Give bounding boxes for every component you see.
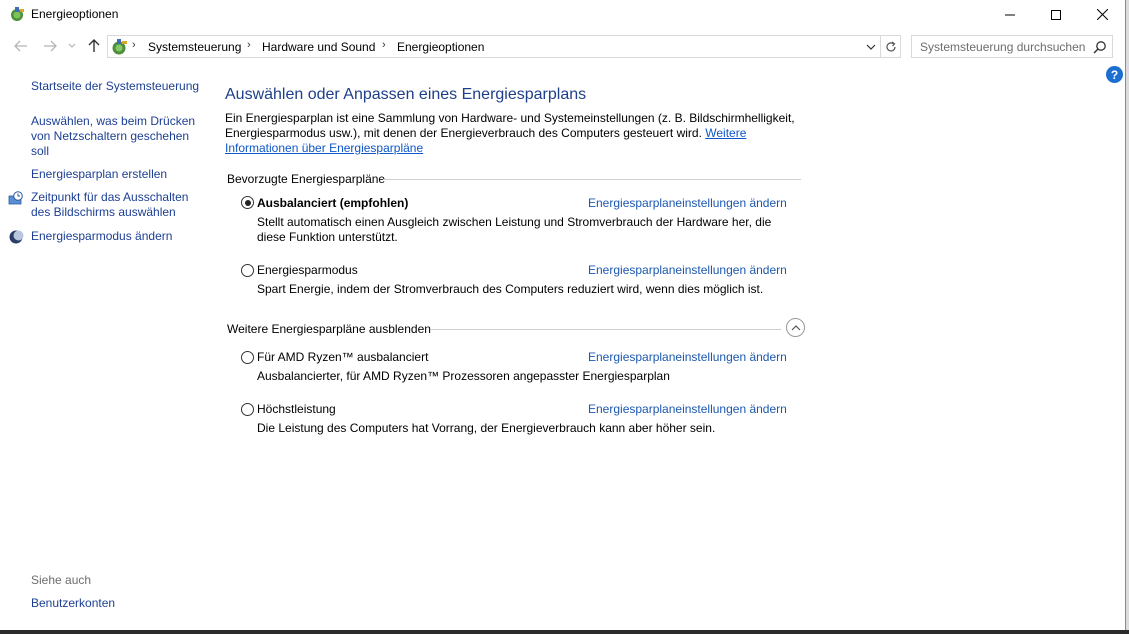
group-divider xyxy=(431,329,781,330)
plan-name-balanced[interactable]: Ausbalanciert (empfohlen) xyxy=(257,196,408,210)
sidebar-item-power-buttons[interactable]: Auswählen, was beim Drücken von Netzscha… xyxy=(31,114,201,159)
plan-name-high-performance[interactable]: Höchstleistung xyxy=(257,402,336,416)
plan-radio-amd-ryzen[interactable] xyxy=(241,351,254,364)
search-input[interactable] xyxy=(912,36,1092,57)
plan-description-amd-ryzen: Ausbalancierter, für AMD Ryzen™ Prozesso… xyxy=(257,369,670,383)
plan-settings-link-high-performance[interactable]: Energiesparplaneinstellungen ändern xyxy=(588,402,787,416)
breadcrumb-hardware-und-sound[interactable]: Hardware und Sound xyxy=(262,40,375,54)
sidebar: Startseite der Systemsteuerung Auswählen… xyxy=(0,70,210,630)
address-dropdown-button[interactable] xyxy=(864,39,878,55)
plan-description-energy-saver: Spart Energie, indem der Stromverbrauch … xyxy=(257,282,764,296)
page-title: Auswählen oder Anpassen eines Energiespa… xyxy=(225,86,587,103)
window-title: Energieoptionen xyxy=(31,7,119,21)
sidebar-item-sleep-mode[interactable]: Energiesparmodus ändern xyxy=(31,229,201,244)
breadcrumb-energieoptionen[interactable]: Energieoptionen xyxy=(397,40,484,54)
breadcrumb-systemsteuerung[interactable]: Systemsteuerung xyxy=(148,40,241,54)
plan-description-balanced: Stellt automatisch einen Ausgleich zwisc… xyxy=(257,215,772,244)
hide-more-plans-label[interactable]: Weitere Energiesparpläne ausblenden xyxy=(227,322,431,336)
plan-settings-link-energy-saver[interactable]: Energiesparplaneinstellungen ändern xyxy=(588,263,787,277)
chevron-down-icon xyxy=(68,43,76,48)
chevron-down-icon xyxy=(866,44,876,50)
close-icon xyxy=(1096,9,1108,20)
sidebar-item-display-off[interactable]: Zeitpunkt für das Ausschalten des Bildsc… xyxy=(31,190,201,220)
help-button[interactable]: ? xyxy=(1106,66,1123,83)
arrow-right-icon xyxy=(44,40,57,52)
collapse-more-plans-button[interactable] xyxy=(786,318,805,337)
plan-name-amd-ryzen[interactable]: Für AMD Ryzen™ ausbalanciert xyxy=(257,350,428,364)
sidebar-item-home[interactable]: Startseite der Systemsteuerung xyxy=(31,79,201,94)
plan-settings-link-amd-ryzen[interactable]: Energiesparplaneinstellungen ändern xyxy=(588,350,787,364)
plan-radio-balanced[interactable] xyxy=(241,196,254,209)
arrow-left-icon xyxy=(14,40,27,52)
breadcrumb-separator-icon[interactable]: › xyxy=(247,39,251,51)
search-icon[interactable] xyxy=(1093,40,1107,54)
energy-options-window: Energieoptionen › Systemsteuerung › Hard… xyxy=(0,0,1126,634)
maximize-button[interactable] xyxy=(1033,0,1079,29)
moon-icon xyxy=(8,229,24,245)
breadcrumb-separator-icon[interactable]: › xyxy=(382,39,386,51)
background-window-edge xyxy=(0,630,1129,634)
breadcrumb-separator-icon[interactable]: › xyxy=(132,39,136,51)
chevron-up-icon xyxy=(791,324,800,330)
recent-locations-button[interactable] xyxy=(66,37,78,55)
monitor-clock-icon xyxy=(8,191,24,207)
maximize-icon xyxy=(1051,9,1061,20)
preferred-plans-label: Bevorzugte Energiesparpläne xyxy=(227,172,386,186)
arrow-up-icon xyxy=(88,39,100,52)
close-button[interactable] xyxy=(1079,0,1125,29)
intro-paragraph: Ein Energiesparplan ist eine Sammlung vo… xyxy=(225,111,795,156)
see-also-label: Siehe auch xyxy=(31,573,92,587)
address-bar[interactable]: › Systemsteuerung › Hardware und Sound ›… xyxy=(107,35,881,58)
energy-options-app-icon xyxy=(9,6,25,22)
minimize-button[interactable] xyxy=(987,0,1033,29)
control-panel-icon xyxy=(110,38,128,56)
minimize-icon xyxy=(1005,14,1015,15)
plan-name-energy-saver[interactable]: Energiesparmodus xyxy=(257,263,358,277)
group-divider xyxy=(383,179,801,180)
plan-radio-high-performance[interactable] xyxy=(241,403,254,416)
search-box[interactable] xyxy=(911,35,1113,58)
back-button[interactable] xyxy=(12,37,30,55)
up-button[interactable] xyxy=(85,37,103,55)
plan-description-high-performance: Die Leistung des Computers hat Vorrang, … xyxy=(257,421,716,435)
plan-settings-link-balanced[interactable]: Energiesparplaneinstellungen ändern xyxy=(588,196,787,210)
title-bar: Energieoptionen xyxy=(0,0,1126,29)
navigation-bar: › Systemsteuerung › Hardware und Sound ›… xyxy=(0,33,1126,59)
forward-button[interactable] xyxy=(41,37,59,55)
plan-radio-energy-saver[interactable] xyxy=(241,264,254,277)
refresh-icon xyxy=(885,41,896,51)
refresh-button[interactable] xyxy=(881,35,901,58)
sidebar-item-create-plan[interactable]: Energiesparplan erstellen xyxy=(31,167,201,182)
sidebar-item-user-accounts[interactable]: Benutzerkonten xyxy=(31,596,201,611)
